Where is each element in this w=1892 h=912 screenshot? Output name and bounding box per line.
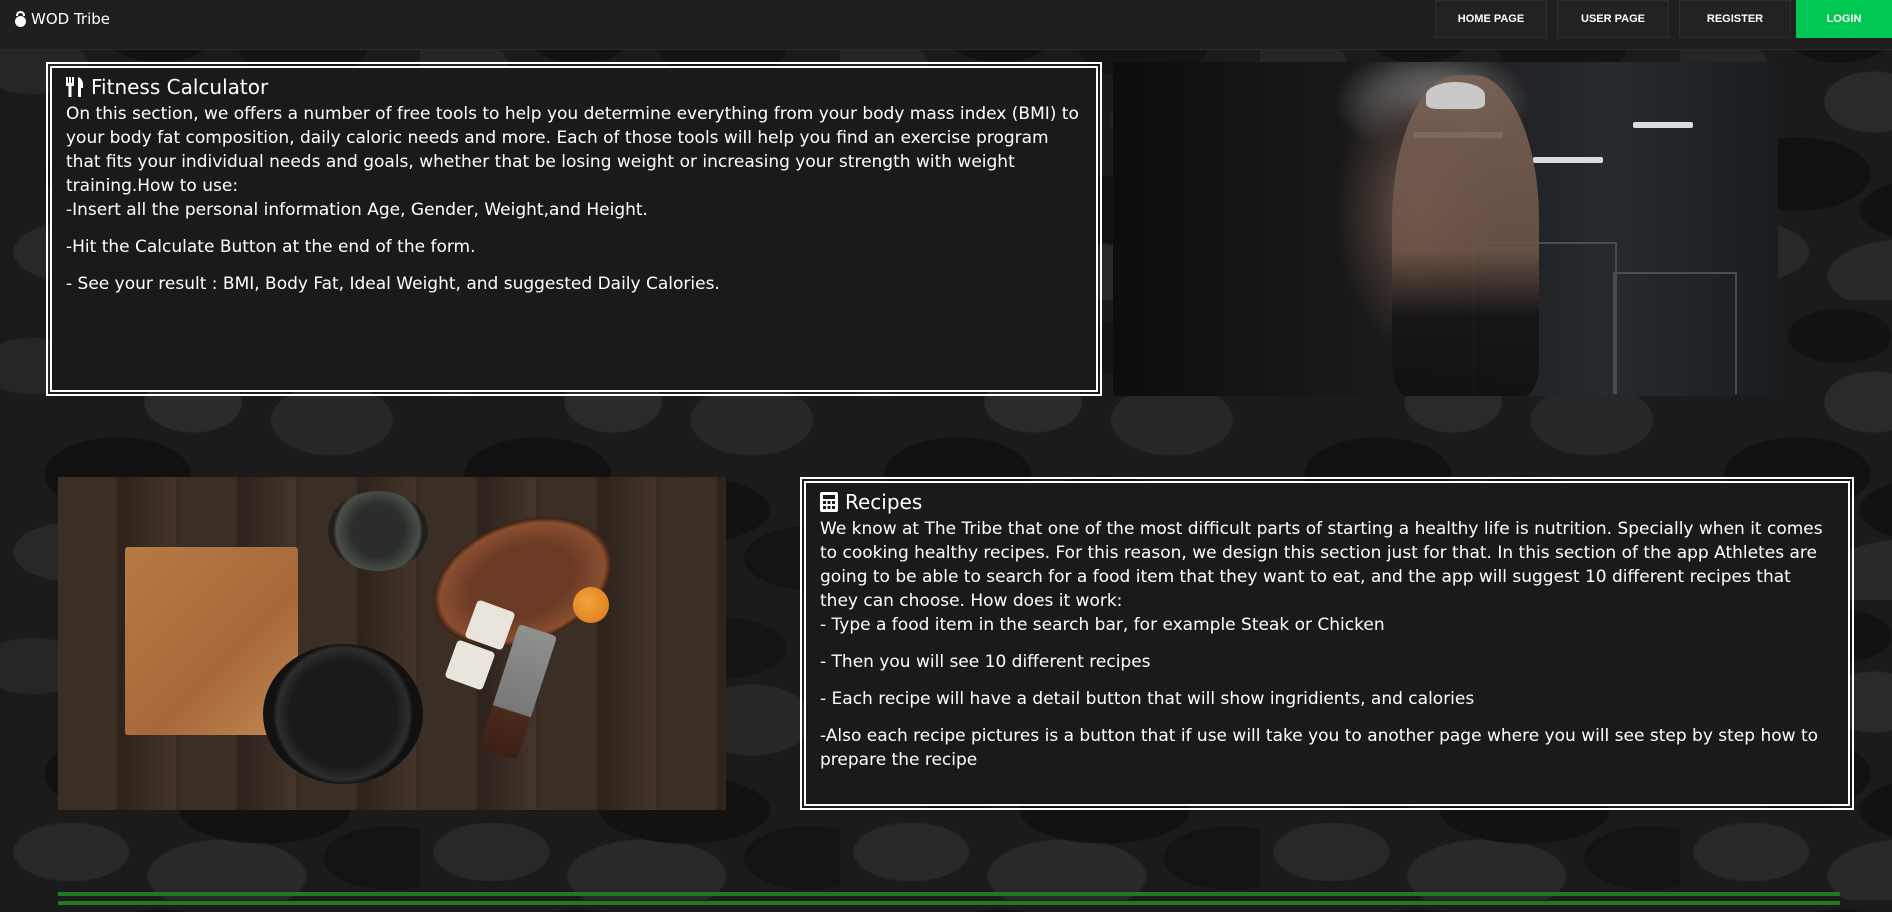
navbar: WOD Tribe HOME PAGE USER PAGE REGISTER L…	[0, 0, 1892, 50]
food-photo	[58, 477, 726, 810]
nav-register-button[interactable]: REGISTER	[1679, 0, 1791, 38]
footer-divider	[58, 901, 1840, 905]
recipes-panel: Recipes We know at The Tribe that one of…	[800, 477, 1854, 810]
fitness-step: -Hit the Calculate Button at the end of …	[66, 237, 476, 257]
recipes-step: - Then you will see 10 different recipes	[820, 652, 1151, 672]
nav-user-button[interactable]: USER PAGE	[1557, 0, 1669, 38]
athlete-photo	[1113, 62, 1778, 396]
recipes-step: - Type a food item in the search bar, fo…	[820, 615, 1385, 635]
fitness-calculator-title: Fitness Calculator	[91, 75, 269, 99]
fitness-step: - See your result : BMI, Body Fat, Ideal…	[66, 274, 720, 294]
fitness-calculator-panel: Fitness Calculator On this section, we o…	[46, 62, 1102, 396]
fitness-intro-text: On this section, we offers a number of f…	[66, 104, 1079, 196]
recipes-heading: Recipes	[818, 489, 1834, 515]
fitness-step: -Insert all the personal information Age…	[66, 200, 648, 220]
recipes-step: - Each recipe will have a detail button …	[820, 689, 1475, 709]
recipes-intro-text: We know at The Tribe that one of the mos…	[820, 519, 1823, 611]
brand-name: WOD Tribe	[31, 10, 110, 28]
brand-link[interactable]: WOD Tribe	[13, 9, 110, 29]
footer-divider	[58, 892, 1840, 896]
recipes-title: Recipes	[845, 490, 923, 514]
fitness-calculator-heading: Fitness Calculator	[64, 74, 1082, 100]
kettlebell-icon	[15, 10, 26, 27]
nav-home-button[interactable]: HOME PAGE	[1435, 0, 1547, 38]
nav-login-button[interactable]: LOGIN	[1796, 0, 1892, 38]
calculator-icon	[820, 492, 838, 512]
recipes-step: -Also each recipe pictures is a button t…	[820, 726, 1819, 770]
utensils-icon	[66, 77, 84, 97]
